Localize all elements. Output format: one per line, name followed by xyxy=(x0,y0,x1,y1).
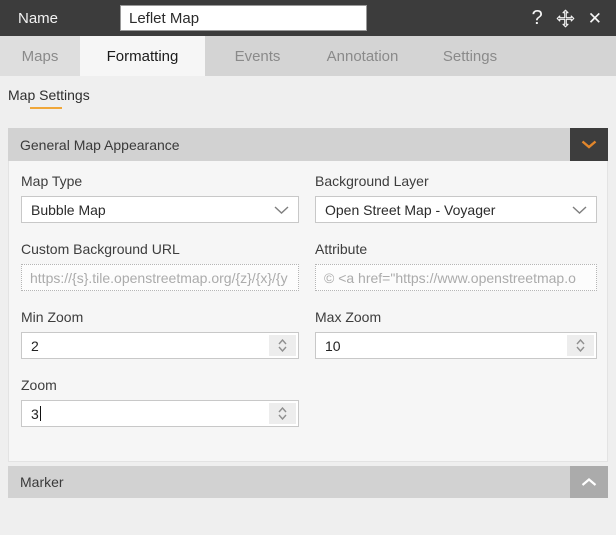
max-zoom-label: Max Zoom xyxy=(315,309,382,325)
zoom-value: 3 xyxy=(31,405,39,422)
chevron-up-icon xyxy=(278,339,287,345)
custom-background-url-label: Custom Background URL xyxy=(21,241,180,257)
chevron-up-icon xyxy=(581,477,597,487)
move-icon[interactable] xyxy=(556,7,575,29)
min-zoom-field: Min Zoom 2 xyxy=(21,304,299,359)
attribute-label: Attribute xyxy=(315,241,368,257)
chevron-up-icon xyxy=(576,339,585,345)
tab-formatting[interactable]: Formatting xyxy=(80,36,205,76)
general-map-appearance-header[interactable]: General Map Appearance xyxy=(8,128,608,161)
tab-maps[interactable]: Maps xyxy=(0,36,80,76)
general-map-appearance-body: Map Type Bubble Map Background Layer Ope xyxy=(8,161,608,462)
zoom-spinner[interactable] xyxy=(269,403,296,424)
tab-annotation[interactable]: Annotation xyxy=(310,36,415,76)
chevron-down-icon xyxy=(572,205,587,214)
min-zoom-label: Min Zoom xyxy=(21,309,84,325)
custom-background-url-field: Custom Background URL xyxy=(21,236,299,291)
subtab-map-settings[interactable]: Map Settings xyxy=(8,87,90,109)
subtab-label: Map Settings xyxy=(8,87,90,103)
zoom-label: Zoom xyxy=(21,377,57,393)
max-zoom-spinner[interactable] xyxy=(567,335,594,356)
map-type-value: Bubble Map xyxy=(31,201,106,218)
general-map-appearance-section: General Map Appearance Map Type Bubble M… xyxy=(8,128,608,462)
custom-background-url-input[interactable] xyxy=(21,264,299,291)
chevron-down-icon xyxy=(581,140,597,149)
chevron-down-icon xyxy=(274,205,289,214)
attribute-field: Attribute xyxy=(315,236,597,291)
max-zoom-field: Max Zoom 10 xyxy=(315,304,597,359)
max-zoom-input[interactable]: 10 xyxy=(315,332,597,359)
section-title: Marker xyxy=(20,474,64,490)
help-icon[interactable]: ? xyxy=(532,7,543,29)
close-icon[interactable]: ✕ xyxy=(588,7,602,29)
min-zoom-value: 2 xyxy=(31,337,39,354)
chevron-down-icon xyxy=(278,346,287,352)
background-layer-label: Background Layer xyxy=(315,173,429,189)
collapse-section-button[interactable] xyxy=(570,128,608,161)
map-type-select[interactable]: Bubble Map xyxy=(21,196,299,223)
tab-settings[interactable]: Settings xyxy=(415,36,525,76)
text-cursor xyxy=(39,406,41,421)
background-layer-value: Open Street Map - Voyager xyxy=(325,201,496,218)
background-layer-select[interactable]: Open Street Map - Voyager xyxy=(315,196,597,223)
max-zoom-value: 10 xyxy=(325,337,341,354)
tab-events[interactable]: Events xyxy=(205,36,310,76)
map-type-field: Map Type Bubble Map xyxy=(21,168,299,223)
chevron-down-icon xyxy=(278,414,287,420)
chevron-up-icon xyxy=(278,407,287,413)
tab-bar: Maps Formatting Events Annotation Settin… xyxy=(0,36,616,76)
map-type-label: Map Type xyxy=(21,173,83,189)
min-zoom-input[interactable]: 2 xyxy=(21,332,299,359)
active-subtab-underline xyxy=(30,107,62,109)
zoom-field: Zoom 3 xyxy=(21,372,299,427)
leaflet-map-settings-dialog: Name ? ✕ Maps Formatting Events Annotati… xyxy=(0,0,616,535)
marker-section-header[interactable]: Marker xyxy=(8,466,608,498)
chevron-down-icon xyxy=(576,346,585,352)
min-zoom-spinner[interactable] xyxy=(269,335,296,356)
expand-section-button[interactable] xyxy=(570,466,608,498)
name-label: Name xyxy=(18,9,59,27)
zoom-input[interactable]: 3 xyxy=(21,400,299,427)
formatting-panel: Map Settings General Map Appearance Map … xyxy=(0,76,616,498)
dialog-titlebar: Name ? ✕ xyxy=(0,0,616,36)
attribute-input[interactable] xyxy=(315,264,597,291)
name-input[interactable] xyxy=(120,5,367,31)
titlebar-actions: ? ✕ xyxy=(532,7,602,29)
background-layer-field: Background Layer Open Street Map - Voyag… xyxy=(315,168,597,223)
section-title: General Map Appearance xyxy=(20,136,180,153)
